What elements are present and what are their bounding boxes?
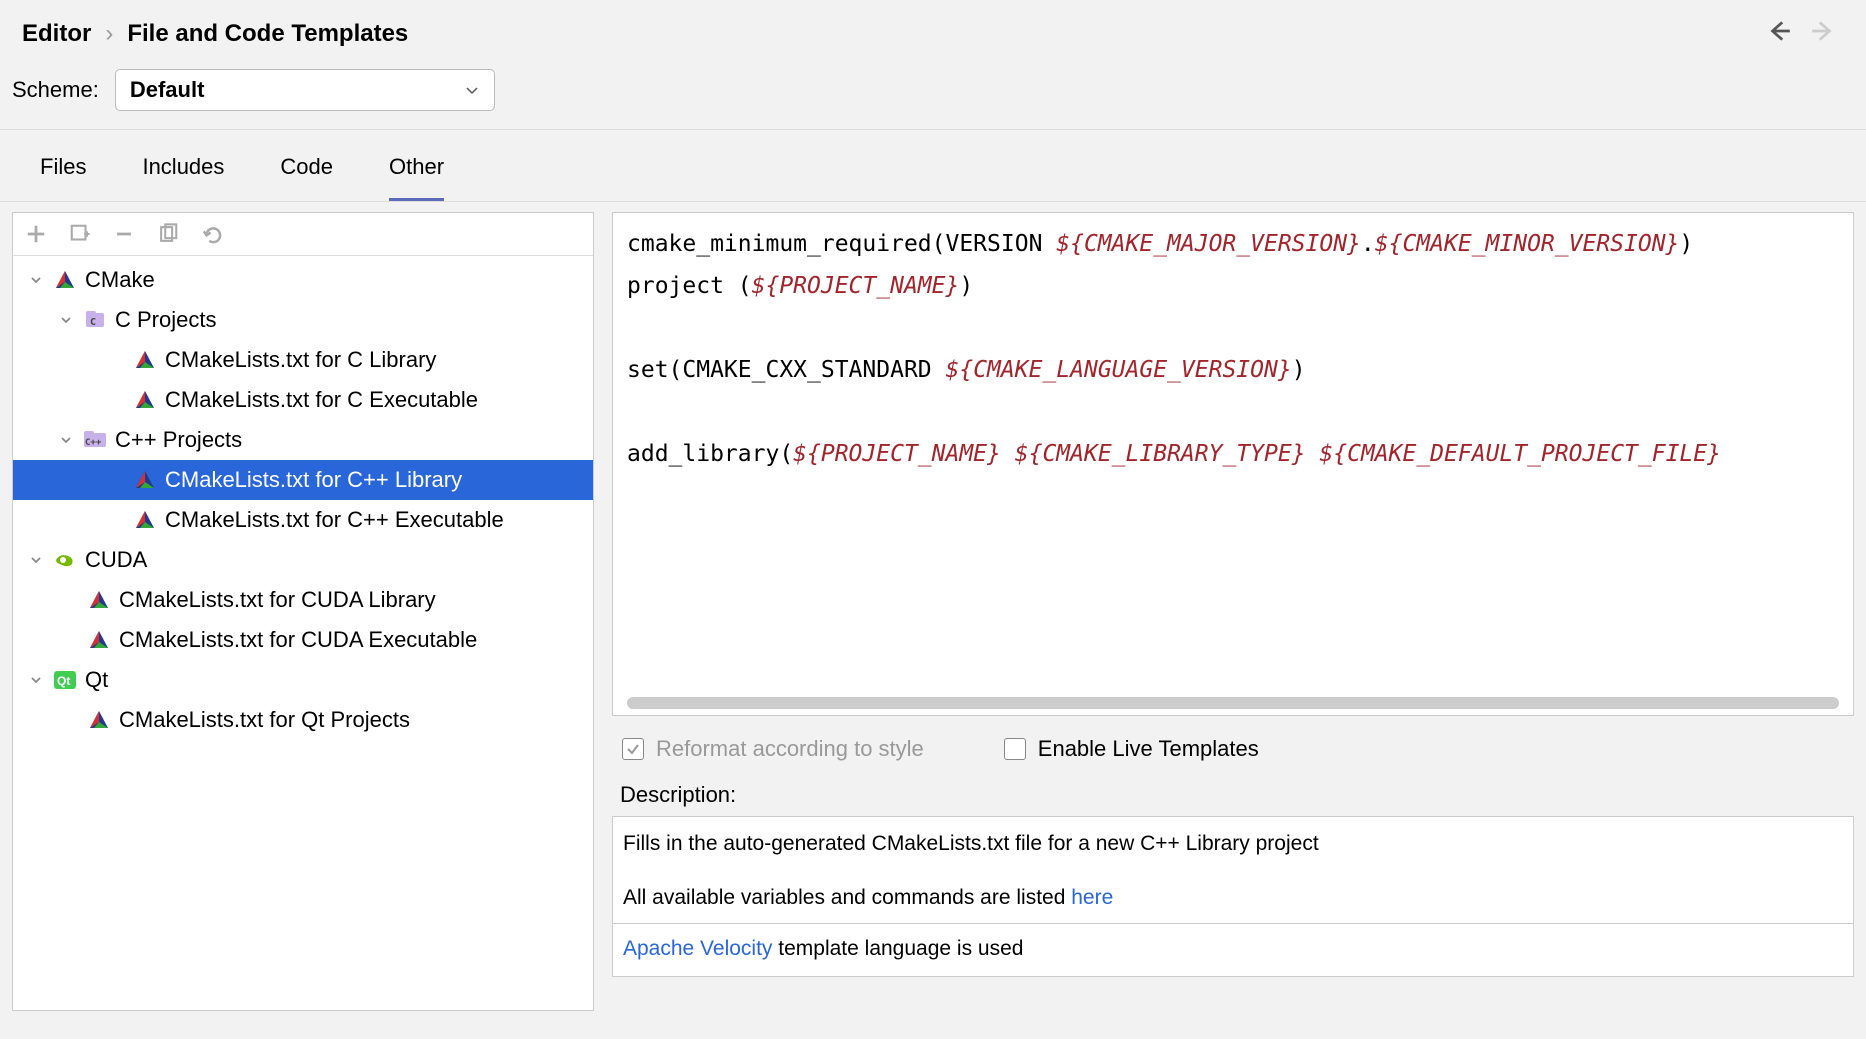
add-button[interactable]: [25, 223, 47, 245]
apache-velocity-link[interactable]: Apache Velocity: [623, 937, 772, 960]
copy-button[interactable]: [157, 223, 179, 245]
tabs: Files Includes Code Other: [0, 130, 1866, 201]
scheme-select[interactable]: Default: [115, 69, 495, 111]
tree-label: CUDA: [85, 547, 147, 573]
chevron-down-icon: [27, 274, 45, 286]
revert-button[interactable]: [201, 223, 223, 245]
cmake-icon: [133, 469, 157, 491]
cmake-icon: [87, 629, 111, 651]
tree-label: C Projects: [115, 307, 216, 333]
tree-node-cuda[interactable]: CUDA: [13, 540, 593, 580]
template-editor[interactable]: cmake_minimum_required(VERSION ${CMAKE_M…: [612, 212, 1854, 716]
cmake-icon: [133, 349, 157, 371]
tree-label: CMake: [85, 267, 155, 293]
tree-node-c-library[interactable]: CMakeLists.txt for C Library: [13, 340, 593, 380]
tree-node-cuda-library[interactable]: CMakeLists.txt for CUDA Library: [13, 580, 593, 620]
breadcrumb: Editor › File and Code Templates: [22, 20, 408, 48]
cmake-icon: [87, 589, 111, 611]
tab-other[interactable]: Other: [389, 154, 444, 201]
tab-code[interactable]: Code: [280, 154, 333, 201]
scheme-label: Scheme:: [12, 77, 99, 103]
horizontal-scrollbar[interactable]: [627, 697, 1839, 709]
tree-node-cuda-executable[interactable]: CMakeLists.txt for CUDA Executable: [13, 620, 593, 660]
chevron-down-icon: [27, 554, 45, 566]
forward-button: [1810, 18, 1836, 49]
add-child-button[interactable]: [69, 223, 91, 245]
description-box: Fills in the auto-generated CMakeLists.t…: [612, 816, 1854, 977]
toolbar: [13, 213, 593, 256]
tree-label: CMakeLists.txt for C Library: [165, 347, 436, 373]
nvidia-icon: [53, 549, 77, 571]
folder-c-icon: [83, 309, 107, 331]
reformat-label: Reformat according to style: [656, 736, 924, 762]
tree-label: CMakeLists.txt for Qt Projects: [119, 707, 410, 733]
tab-includes[interactable]: Includes: [142, 154, 224, 201]
breadcrumb-page: File and Code Templates: [127, 20, 408, 48]
tree-node-cpp-executable[interactable]: CMakeLists.txt for C++ Executable: [13, 500, 593, 540]
templates-panel: CMake C Projects CMakeLists.txt for C Li…: [12, 212, 594, 1011]
tree-label: CMakeLists.txt for C++ Executable: [165, 507, 504, 533]
tree-label: CMakeLists.txt for C Executable: [165, 387, 478, 413]
tree-node-cpp-library[interactable]: CMakeLists.txt for C++ Library: [13, 460, 593, 500]
scheme-value: Default: [130, 77, 205, 103]
tree-label: CMakeLists.txt for CUDA Library: [119, 587, 436, 613]
reformat-checkbox: Reformat according to style: [622, 736, 924, 762]
chevron-down-icon: [464, 82, 480, 98]
remove-button[interactable]: [113, 223, 135, 245]
tree-node-cmake[interactable]: CMake: [13, 260, 593, 300]
description-label: Description:: [612, 778, 1854, 812]
tree-label: CMakeLists.txt for C++ Library: [165, 467, 462, 493]
here-link[interactable]: here: [1071, 886, 1113, 909]
tree-node-c-executable[interactable]: CMakeLists.txt for C Executable: [13, 380, 593, 420]
qt-icon: [53, 669, 77, 691]
cmake-icon: [87, 709, 111, 731]
tree-node-qt-projects[interactable]: CMakeLists.txt for Qt Projects: [13, 700, 593, 740]
tab-files[interactable]: Files: [40, 154, 86, 201]
description-line2: All available variables and commands are…: [623, 883, 1843, 913]
tree-label: Qt: [85, 667, 108, 693]
description-line1: Fills in the auto-generated CMakeLists.t…: [623, 829, 1843, 859]
cmake-icon: [133, 389, 157, 411]
live-templates-label: Enable Live Templates: [1038, 736, 1259, 762]
tree-label: C++ Projects: [115, 427, 242, 453]
cmake-icon: [133, 509, 157, 531]
folder-cpp-icon: [83, 429, 107, 451]
breadcrumb-separator: ›: [105, 20, 113, 48]
live-templates-checkbox[interactable]: Enable Live Templates: [1004, 736, 1259, 762]
cmake-icon: [53, 269, 77, 291]
back-button[interactable]: [1766, 18, 1792, 49]
chevron-down-icon: [57, 314, 75, 326]
chevron-down-icon: [57, 434, 75, 446]
chevron-down-icon: [27, 674, 45, 686]
tree-node-qt[interactable]: Qt: [13, 660, 593, 700]
breadcrumb-root[interactable]: Editor: [22, 20, 91, 48]
tree-node-cpp-projects[interactable]: C++ Projects: [13, 420, 593, 460]
tree-node-c-projects[interactable]: C Projects: [13, 300, 593, 340]
description-line3: Apache Velocity template language is use…: [623, 934, 1843, 964]
template-tree: CMake C Projects CMakeLists.txt for C Li…: [13, 256, 593, 1010]
tree-label: CMakeLists.txt for CUDA Executable: [119, 627, 477, 653]
